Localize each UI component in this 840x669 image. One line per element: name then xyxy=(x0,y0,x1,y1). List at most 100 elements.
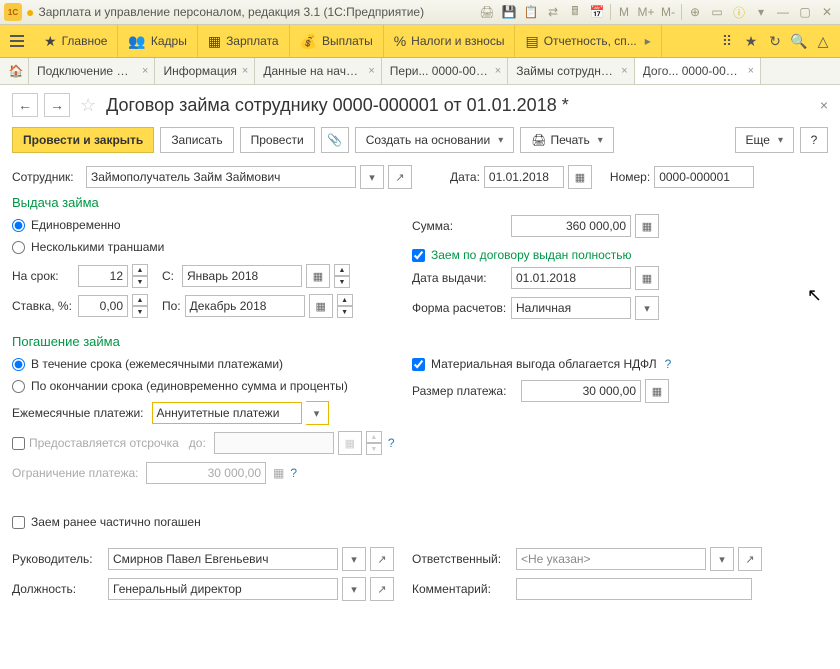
to-spinner[interactable]: ▲▼ xyxy=(337,294,353,318)
fav-outline-icon[interactable]: ☆ xyxy=(80,95,96,116)
defer-checkbox[interactable] xyxy=(12,437,25,450)
tab-item[interactable]: Пери... 0000-000009× xyxy=(382,58,508,84)
term-input[interactable]: 12 xyxy=(78,265,128,287)
calendar-button[interactable]: ▦ xyxy=(306,264,330,288)
nav-fwd-button[interactable]: → xyxy=(44,93,70,117)
tab-item[interactable]: Подключение Ин...× xyxy=(29,58,155,84)
dropdown-button[interactable]: ▾ xyxy=(342,547,366,571)
close-icon[interactable]: × xyxy=(242,65,248,77)
close-icon[interactable]: × xyxy=(748,65,754,77)
issue-tranches-radio[interactable] xyxy=(12,241,25,254)
rate-input[interactable]: 0,00 xyxy=(78,295,128,317)
repay-during-radio[interactable] xyxy=(12,358,25,371)
prev-paid-checkbox[interactable] xyxy=(12,516,25,529)
to-month-input[interactable]: Декабрь 2018 xyxy=(185,295,305,317)
history-icon[interactable]: ↻ xyxy=(766,33,784,50)
apps-icon[interactable]: ⠿ xyxy=(718,33,736,50)
dropdown-button[interactable]: ▾ xyxy=(342,577,366,601)
rate-spinner[interactable]: ▲▼ xyxy=(132,294,148,318)
info-icon[interactable]: ⓘ xyxy=(730,3,748,21)
print-button[interactable]: 🖨Печать xyxy=(520,127,614,153)
menu-kadry[interactable]: 👥Кадры xyxy=(118,25,197,57)
monthly-type-input[interactable]: Аннуитетные платежи xyxy=(152,402,302,424)
tab-item-active[interactable]: Дого... 0000-000001× xyxy=(635,58,761,84)
window-minimize-icon[interactable]: — xyxy=(774,3,792,21)
menu-nalogi[interactable]: %Налоги и взносы xyxy=(384,25,516,57)
page-close-icon[interactable]: × xyxy=(820,97,828,113)
paysize-input[interactable]: 30 000,00 xyxy=(521,380,641,402)
more-button[interactable]: Еще xyxy=(735,127,794,153)
menu-zarplata[interactable]: ▦Зарплата xyxy=(198,25,290,57)
close-icon[interactable]: × xyxy=(495,65,501,77)
benefit-checkbox[interactable] xyxy=(412,358,425,371)
dropdown-button[interactable]: ▾ xyxy=(306,401,329,425)
mem-mminus-icon[interactable]: М- xyxy=(659,3,677,21)
calendar-button[interactable]: ▦ xyxy=(568,165,592,189)
menu-button-icon[interactable] xyxy=(0,35,34,47)
tab-item[interactable]: Информация× xyxy=(155,58,255,84)
mem-mplus-icon[interactable]: М+ xyxy=(637,3,655,21)
tab-item[interactable]: Займы сотрудник...× xyxy=(508,58,634,84)
calendar-button[interactable]: ▦ xyxy=(309,294,333,318)
employee-input[interactable]: Займополучатель Займ Займович xyxy=(86,166,356,188)
bell-icon[interactable]: △ xyxy=(814,33,832,50)
calc-icon[interactable]: 🖩 xyxy=(566,3,584,21)
help-icon[interactable]: ? xyxy=(665,357,672,371)
attach-button[interactable]: 📎 xyxy=(321,127,349,153)
post-close-button[interactable]: Провести и закрыть xyxy=(12,127,154,153)
dd-icon[interactable]: ▾ xyxy=(752,3,770,21)
clipboard-icon[interactable]: 📋 xyxy=(522,3,540,21)
open-ref-button[interactable]: ↗ xyxy=(370,547,394,571)
post-button[interactable]: Провести xyxy=(240,127,315,153)
from-spinner[interactable]: ▲▼ xyxy=(334,264,350,288)
help-button[interactable]: ? xyxy=(800,127,828,153)
menu-vyplaty[interactable]: 💰Выплаты xyxy=(290,25,384,57)
close-icon[interactable]: × xyxy=(368,65,374,77)
compare-icon[interactable]: ⇄ xyxy=(544,3,562,21)
help-icon[interactable]: ? xyxy=(290,466,297,480)
issue-date-input[interactable]: 01.01.2018 xyxy=(511,267,631,289)
menu-main[interactable]: ★Главное xyxy=(34,25,118,57)
open-ref-button[interactable]: ↗ xyxy=(370,577,394,601)
resp-input[interactable]: <Не указан> xyxy=(516,548,706,570)
payform-input[interactable]: Наличная xyxy=(511,297,631,319)
record-button[interactable]: Записать xyxy=(160,127,233,153)
dropdown-button[interactable]: ▾ xyxy=(710,547,734,571)
search-icon[interactable]: 🔍 xyxy=(790,33,808,50)
save-icon[interactable]: 💾 xyxy=(500,3,518,21)
issue-once-radio[interactable] xyxy=(12,219,25,232)
help-icon[interactable]: ? xyxy=(388,436,395,450)
win-settings-icon[interactable]: ⊕ xyxy=(686,3,704,21)
calc-button[interactable]: ▦ xyxy=(645,379,669,403)
term-spinner[interactable]: ▲▼ xyxy=(132,264,148,288)
nav-icon[interactable]: ▭ xyxy=(708,3,726,21)
close-icon[interactable]: × xyxy=(621,65,627,77)
calendar-button[interactable]: ▦ xyxy=(635,266,659,290)
open-ref-button[interactable]: ↗ xyxy=(388,165,412,189)
sum-input[interactable]: 360 000,00 xyxy=(511,215,631,237)
number-input[interactable]: 0000-000001 xyxy=(654,166,754,188)
mem-m-icon[interactable]: М xyxy=(615,3,633,21)
nav-back-button[interactable]: ← xyxy=(12,93,38,117)
open-ref-button[interactable]: ↗ xyxy=(738,547,762,571)
dropdown-button[interactable]: ▾ xyxy=(635,296,659,320)
window-restore-icon[interactable]: ▢ xyxy=(796,3,814,21)
calendar-icon[interactable]: 📅 xyxy=(588,3,606,21)
create-based-button[interactable]: Создать на основании xyxy=(355,127,515,153)
date-input[interactable]: 01.01.2018 xyxy=(484,166,564,188)
dropdown-button[interactable]: ▾ xyxy=(360,165,384,189)
head-input[interactable]: Смирнов Павел Евгеньевич xyxy=(108,548,338,570)
fully-paid-checkbox[interactable] xyxy=(412,249,425,262)
star2-icon[interactable]: ★ xyxy=(742,33,760,50)
pos-input[interactable]: Генеральный директор xyxy=(108,578,338,600)
print-icon[interactable]: 🖨 xyxy=(478,3,496,21)
home-tab-icon[interactable]: 🏠 xyxy=(4,58,29,84)
from-month-input[interactable]: Январь 2018 xyxy=(182,265,302,287)
comment-input[interactable] xyxy=(516,578,752,600)
window-close-icon[interactable]: ✕ xyxy=(818,3,836,21)
menu-otchet[interactable]: ▤Отчетность, сп...▸ xyxy=(515,25,661,57)
close-icon[interactable]: × xyxy=(142,65,148,77)
repay-end-radio[interactable] xyxy=(12,380,25,393)
tab-item[interactable]: Данные на начал...× xyxy=(255,58,381,84)
calc-button[interactable]: ▦ xyxy=(635,214,659,238)
